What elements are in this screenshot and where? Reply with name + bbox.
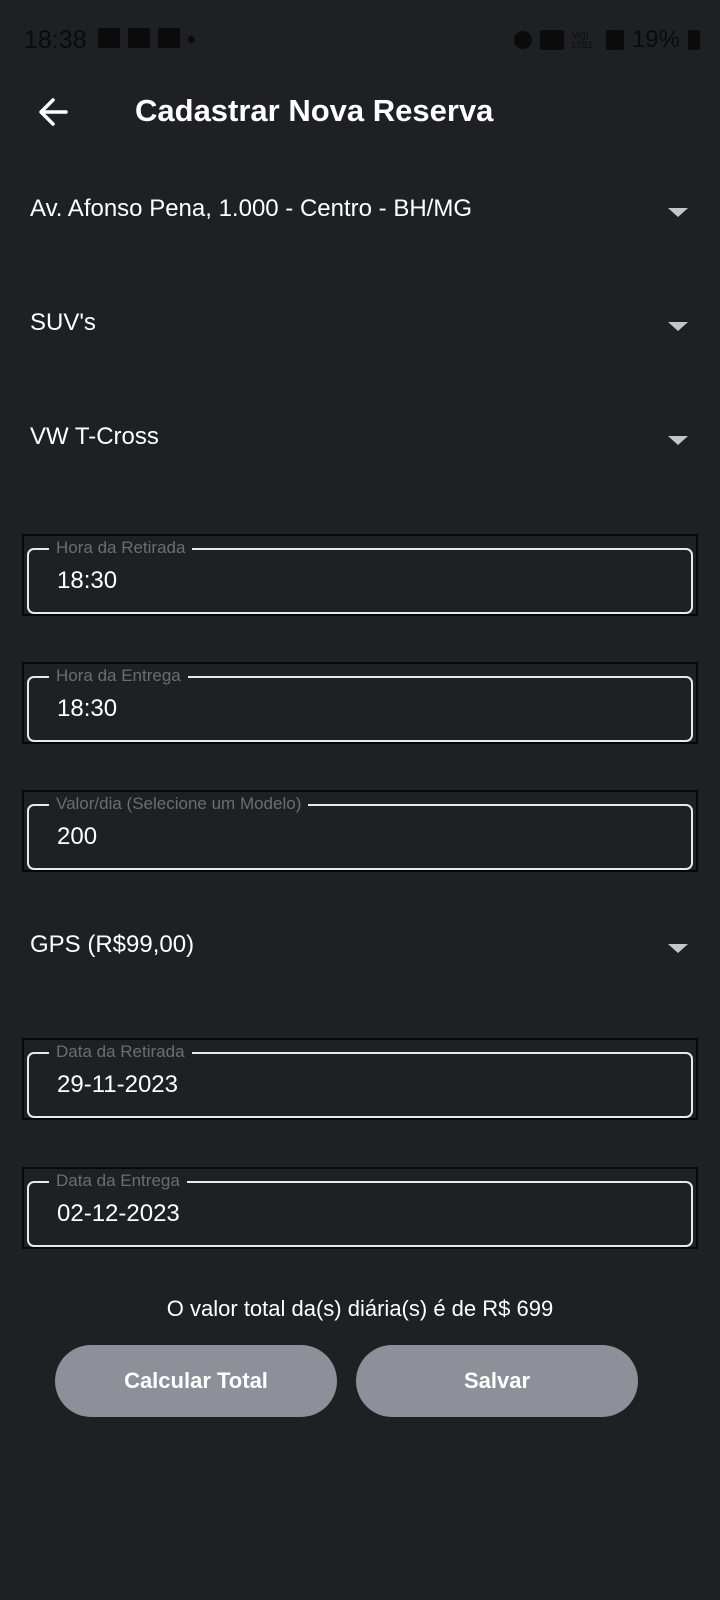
arrow-left-icon — [39, 98, 68, 126]
pickup-date-field-container: Data da Retirada 29-11-2023 — [22, 1038, 698, 1120]
page-title: Cadastrar Nova Reserva — [135, 93, 494, 128]
pickup-time-value: 18:30 — [57, 567, 118, 594]
pickup-date-label: Data da Retirada — [49, 1041, 192, 1063]
return-date-field-container: Data da Entrega 02-12-2023 — [22, 1167, 698, 1249]
battery-icon — [688, 30, 700, 50]
return-date-field[interactable]: Data da Entrega 02-12-2023 — [27, 1170, 693, 1247]
save-button[interactable]: Salvar — [356, 1345, 638, 1417]
status-bar: 18:38 Vo)) LTE1 19% — [0, 0, 720, 80]
daily-rate-label: Valor/dia (Selecione um Modelo) — [49, 793, 309, 815]
return-time-value: 18:30 — [57, 695, 118, 722]
network-label: Vo)) LTE1 — [571, 30, 593, 50]
cast-icon — [158, 28, 180, 48]
gallery-icon — [98, 28, 120, 48]
return-time-label: Hora da Entrega — [49, 665, 188, 687]
total-summary: O valor total da(s) diária(s) é de R$ 69… — [166, 1296, 554, 1321]
pickup-date-value: 29-11-2023 — [57, 1071, 178, 1098]
return-time-field-container: Hora da Entrega 18:30 — [22, 662, 698, 744]
system-icons: Vo)) LTE1 19% — [513, 26, 700, 54]
notification-icons — [98, 28, 195, 48]
daily-rate-field-container: Valor/dia (Selecione um Modelo) 200 — [22, 790, 698, 872]
category-value: SUV's — [30, 309, 96, 336]
pickup-time-label: Hora da Retirada — [49, 537, 193, 559]
app-bar: Cadastrar Nova Reserva — [0, 80, 720, 144]
battery-percent: 19% — [631, 26, 680, 53]
model-value: VW T-Cross — [30, 423, 159, 450]
return-date-value: 02-12-2023 — [57, 1200, 180, 1227]
signal-icon — [605, 30, 624, 50]
address-dropdown[interactable]: Av. Afonso Pena, 1.000 - Centro - BH/MG — [30, 183, 690, 243]
dropdown-arrow-icon — [668, 208, 688, 217]
extra-dropdown[interactable]: GPS (R$99,00) — [30, 919, 690, 979]
dropdown-arrow-icon — [668, 322, 688, 331]
category-dropdown[interactable]: SUV's — [30, 297, 690, 357]
pickup-time-field[interactable]: Hora da Retirada 18:30 — [27, 537, 693, 614]
address-value: Av. Afonso Pena, 1.000 - Centro - BH/MG — [30, 195, 472, 222]
wifi-icon — [539, 30, 564, 50]
daily-rate-value: 200 — [57, 823, 98, 850]
pickup-time-field-container: Hora da Retirada 18:30 — [22, 534, 698, 616]
status-time: 18:38 — [24, 26, 87, 54]
back-button[interactable] — [36, 94, 72, 130]
return-date-label: Data da Entrega — [49, 1170, 187, 1192]
more-notifications-dot-icon — [188, 36, 195, 43]
dropdown-arrow-icon — [668, 436, 688, 445]
daily-rate-field[interactable]: Valor/dia (Selecione um Modelo) 200 — [27, 793, 693, 870]
extra-value: GPS (R$99,00) — [30, 931, 195, 958]
calculate-total-button[interactable]: Calcular Total — [55, 1345, 337, 1417]
alarm-icon — [513, 31, 532, 49]
pickup-date-field[interactable]: Data da Retirada 29-11-2023 — [27, 1041, 693, 1118]
app-notification-icon — [128, 28, 150, 48]
return-time-field[interactable]: Hora da Entrega 18:30 — [27, 665, 693, 742]
model-dropdown[interactable]: VW T-Cross — [30, 411, 690, 471]
dropdown-arrow-icon — [668, 944, 688, 953]
